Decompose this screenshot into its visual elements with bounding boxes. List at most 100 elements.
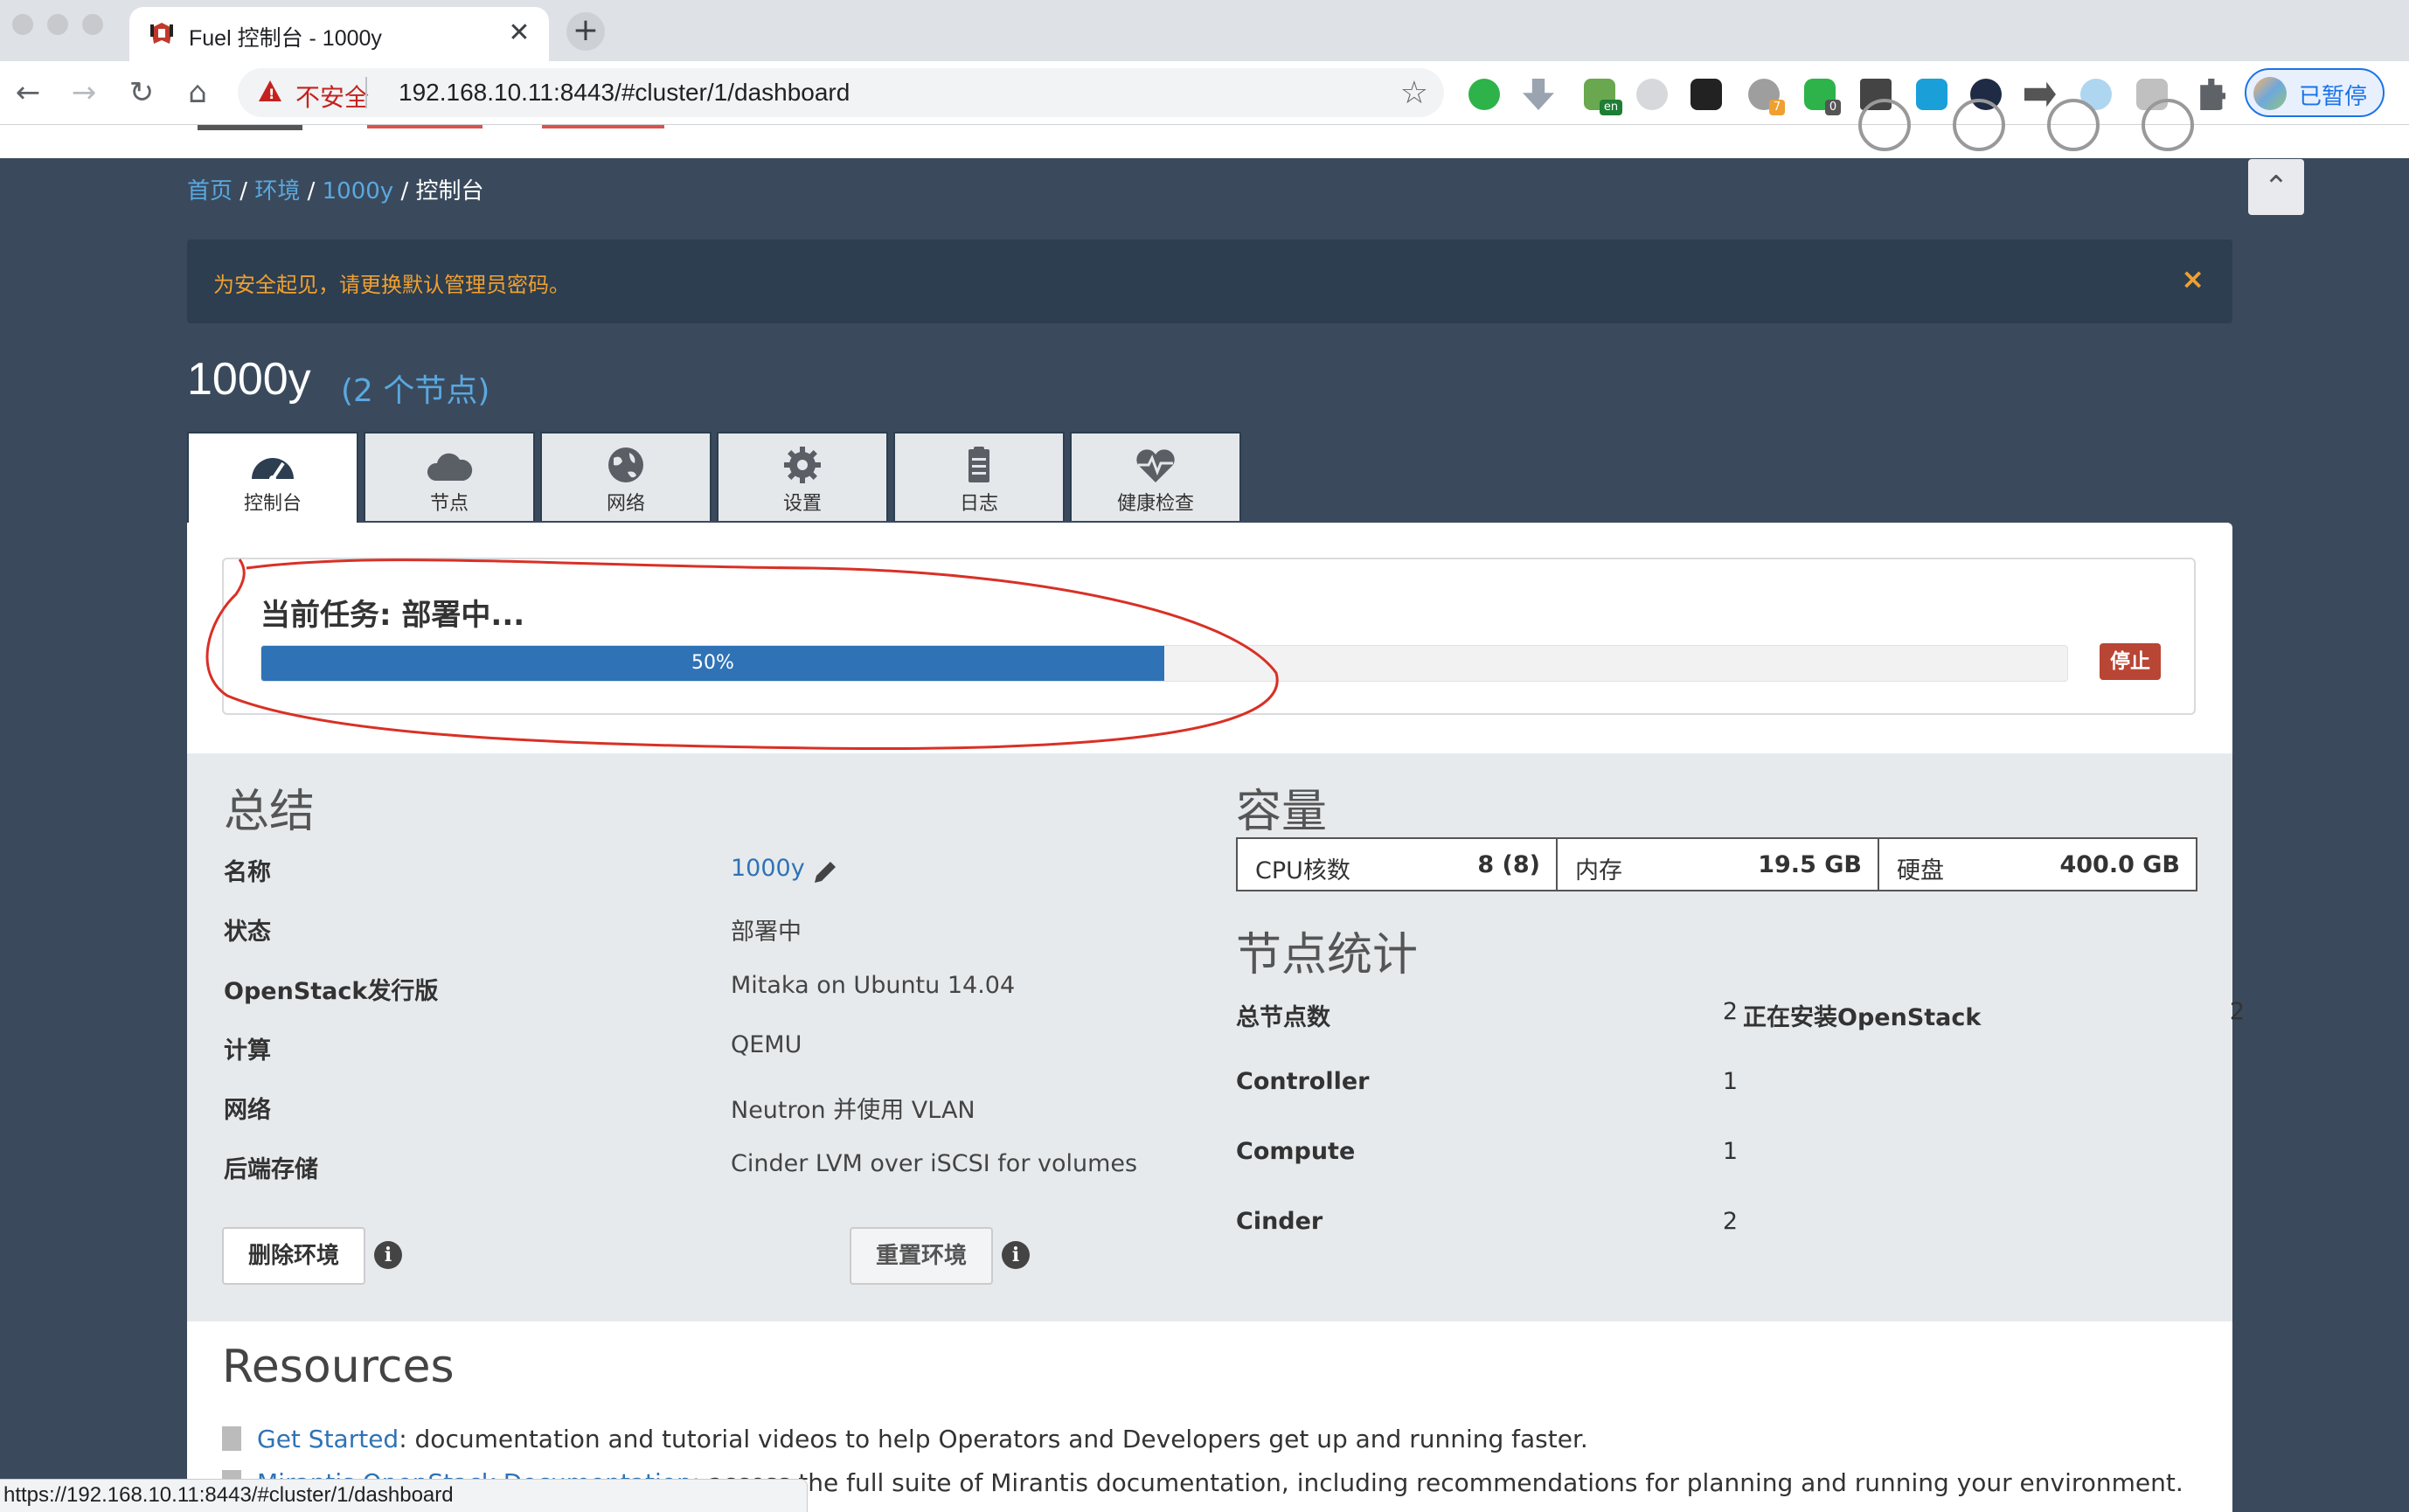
tab-dashboard-label: 控制台 xyxy=(243,493,302,515)
tab-network-label: 网络 xyxy=(606,493,645,515)
tab-settings[interactable]: 设置 xyxy=(717,432,888,521)
screenshot-extension-icon[interactable] xyxy=(1916,79,1947,110)
heartbeat-icon xyxy=(1136,449,1175,482)
tab-network[interactable]: 网络 xyxy=(540,432,712,521)
summary-label: 后端存储 xyxy=(224,1156,318,1183)
browser-status-bar: https://192.168.10.11:8443/#cluster/1/da… xyxy=(0,1479,808,1512)
capacity-label: CPU核数 xyxy=(1255,857,1350,884)
header-circle-icon[interactable] xyxy=(1858,99,1911,151)
node-count-link[interactable]: (2 个节点) xyxy=(341,365,489,411)
resource-item: Get Started: documentation and tutorial … xyxy=(222,1425,1588,1453)
stop-button[interactable]: 停止 xyxy=(2100,643,2161,680)
page-title: 1000y xyxy=(187,354,311,405)
info-icon[interactable]: i xyxy=(374,1241,402,1269)
alert-close-icon[interactable]: × xyxy=(2181,262,2204,295)
resource-description: : documentation and tutorial videos to h… xyxy=(399,1425,1588,1453)
summary-label: 状态 xyxy=(224,919,271,946)
env-name-value[interactable]: 1000y xyxy=(731,855,805,882)
page-header-remnant xyxy=(0,99,2409,158)
tab-close-icon[interactable]: ✕ xyxy=(503,17,535,49)
gear-icon xyxy=(784,447,821,483)
address-bar[interactable]: ! 不安全 192.168.10.11:8443/#cluster/1/dash… xyxy=(238,68,1444,117)
header-underline xyxy=(542,125,664,128)
tab-logs[interactable]: 日志 xyxy=(893,432,1065,521)
tampermonkey-extension-icon[interactable] xyxy=(1690,79,1722,110)
evernote-extension-icon[interactable] xyxy=(1468,79,1500,110)
ext7-badge: 0 xyxy=(1825,100,1841,115)
capacity-cell-memory: 内存 19.5 GB xyxy=(1558,839,1879,890)
capacity-value: 8 (8) xyxy=(1477,851,1540,878)
summary-label: OpenStack发行版 xyxy=(224,978,439,1005)
header-circle-icon[interactable] xyxy=(1953,99,2005,151)
security-indicator[interactable]: 不安全 xyxy=(295,79,369,114)
get-started-link[interactable]: Get Started xyxy=(257,1425,399,1453)
window-close-button[interactable] xyxy=(12,14,33,35)
node-stat-label: Cinder xyxy=(1236,1208,1323,1235)
breadcrumb-env[interactable]: 1000y xyxy=(323,178,394,205)
node-stat-value: 1 xyxy=(1722,1138,1738,1165)
address-divider xyxy=(365,77,367,108)
node-stat-value: 2 xyxy=(1722,1208,1738,1235)
tab-health-check[interactable]: 健康检查 xyxy=(1070,432,1241,521)
alert-message: 为安全起见，请更换默认管理员密码。 xyxy=(213,273,570,297)
breadcrumb-separator: / xyxy=(307,178,316,205)
node-stat-label: 总节点数 xyxy=(1236,1004,1330,1031)
translate-extension-icon[interactable]: en xyxy=(1584,79,1622,115)
node-stat-label: Controller xyxy=(1236,1068,1370,1095)
delete-environment-button[interactable]: 删除环境 xyxy=(222,1227,365,1285)
reset-environment-button[interactable]: 重置环境 xyxy=(850,1227,993,1285)
fuel-favicon-icon xyxy=(150,23,173,44)
ext6-icon[interactable]: 7 xyxy=(1748,79,1785,115)
browser-tab-strip: Fuel 控制台 - 1000y ✕ + xyxy=(0,0,2409,61)
breadcrumb-home[interactable]: 首页 xyxy=(187,178,233,205)
cloud-icon xyxy=(427,453,473,481)
url-text[interactable]: 192.168.10.11:8443/#cluster/1/dashboard xyxy=(399,79,850,107)
reload-icon[interactable]: ↻ xyxy=(122,73,161,112)
resource-description: : access the full suite of Mirantis docu… xyxy=(691,1468,2183,1497)
document-icon xyxy=(222,1426,241,1451)
header-underline xyxy=(367,125,482,128)
back-arrow-icon[interactable]: ← xyxy=(9,73,47,112)
home-icon[interactable]: ⌂ xyxy=(178,73,217,112)
pencil-edit-icon[interactable] xyxy=(809,857,841,888)
node-stat-label: 正在安装OpenStack xyxy=(1743,1004,1982,1031)
capacity-value: 19.5 GB xyxy=(1758,851,1862,878)
header-circle-icon[interactable] xyxy=(2047,99,2100,151)
node-stat-value: 1 xyxy=(1722,1068,1738,1095)
arrow-extension-icon[interactable] xyxy=(2024,81,2056,108)
download-extension-icon[interactable] xyxy=(1523,79,1554,110)
summary-value: QEMU xyxy=(731,1031,802,1058)
window-zoom-button[interactable] xyxy=(82,14,103,35)
breadcrumb-separator: / xyxy=(400,178,409,205)
window-minimize-button[interactable] xyxy=(47,14,68,35)
info-icon[interactable]: i xyxy=(1002,1241,1030,1269)
tab-nodes-label: 节点 xyxy=(429,493,469,515)
breadcrumb: 首页 / 环境 / 1000y / 控制台 xyxy=(187,173,484,205)
browser-tab[interactable]: Fuel 控制台 - 1000y ✕ xyxy=(129,7,549,61)
profile-button[interactable]: 已暂停 xyxy=(2245,68,2385,117)
forward-arrow-icon[interactable]: → xyxy=(65,73,103,112)
warning-icon-mark: ! xyxy=(268,86,275,102)
hand-drawn-annotation xyxy=(205,558,1279,750)
extensions-puzzle-icon[interactable] xyxy=(2200,79,2225,110)
scroll-to-top-button[interactable]: ⌃ xyxy=(2248,159,2304,215)
header-logo-remnant xyxy=(198,125,302,130)
summary-title: 总结 xyxy=(224,786,316,838)
tab-dashboard[interactable]: 控制台 xyxy=(187,432,358,523)
capacity-table: CPU核数 8 (8) 内存 19.5 GB 硬盘 400.0 GB xyxy=(1236,837,2197,891)
breadcrumb-environments[interactable]: 环境 xyxy=(254,178,300,205)
tab-nodes[interactable]: 节点 xyxy=(364,432,535,521)
new-tab-button[interactable]: + xyxy=(566,12,605,51)
node-stat-value: 2 xyxy=(2229,998,2245,1025)
bookmark-star-icon[interactable]: ☆ xyxy=(1400,75,1428,111)
ext7-check-icon[interactable]: 0 xyxy=(1804,79,1841,115)
header-circle-icon[interactable] xyxy=(2142,99,2194,151)
cloud-extension-icon[interactable] xyxy=(1636,79,1668,110)
browser-toolbar: ← → ↻ ⌂ ! 不安全 192.168.10.11:8443/#cluste… xyxy=(0,61,2409,125)
summary-value: Neutron 并使用 VLAN xyxy=(731,1097,975,1124)
summary-value: Cinder LVM over iSCSI for volumes xyxy=(731,1150,1138,1177)
tab-logs-label: 日志 xyxy=(959,493,998,515)
globe-icon xyxy=(608,447,643,482)
capacity-cell-cpu: CPU核数 8 (8) xyxy=(1238,839,1558,890)
capacity-label: 硬盘 xyxy=(1897,857,1944,884)
